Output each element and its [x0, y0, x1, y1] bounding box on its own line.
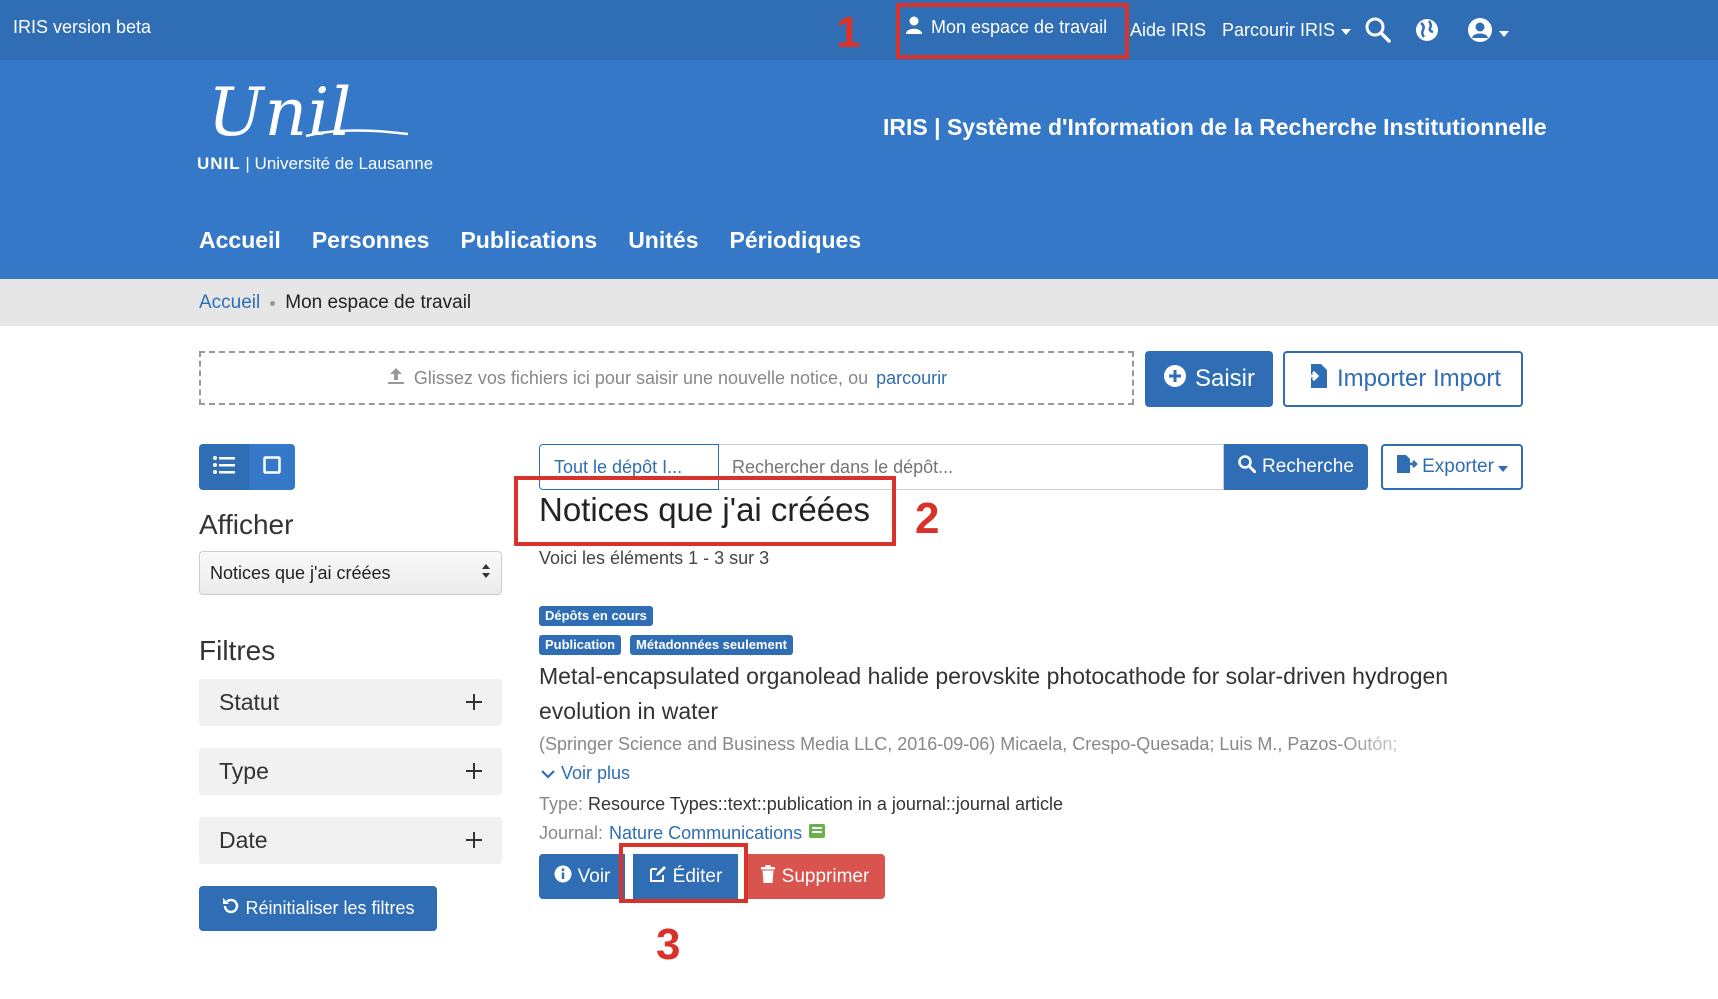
plus-circle-icon: [1163, 364, 1187, 395]
export-label: Exporter: [1422, 456, 1494, 477]
reset-filters-button[interactable]: Réinitialiser les filtres: [199, 886, 437, 931]
browse-dropdown[interactable]: Parcourir IRIS: [1222, 20, 1352, 41]
select-arrows-icon: [481, 563, 491, 584]
database-icon: [808, 823, 826, 844]
logo-text: UNIL | Université de Lausanne: [197, 154, 433, 174]
submit-label: Saisir: [1194, 365, 1255, 392]
dropzone-text: Glissez vos fichiers ici pour saisir une…: [413, 367, 869, 388]
delete-button[interactable]: Supprimer: [744, 854, 885, 899]
undo-icon: [221, 897, 239, 920]
submit-button[interactable]: Saisir: [1145, 351, 1273, 407]
annotation-2: 2: [915, 494, 940, 543]
list-icon: [213, 455, 235, 479]
item-type-label: Type:: [539, 794, 584, 814]
account-dropdown[interactable]: [1467, 17, 1509, 48]
reset-filters-label: Réinitialiser les filtres: [245, 898, 415, 918]
globe-icon[interactable]: [1414, 17, 1440, 48]
breadcrumb-current: Mon espace de travail: [285, 292, 472, 313]
filter-date[interactable]: Date: [199, 817, 502, 864]
nav-unites[interactable]: Unités: [628, 227, 698, 254]
breadcrumb-separator: [270, 300, 276, 306]
filter-statut-label: Statut: [219, 689, 280, 715]
main-nav: Accueil Personnes Publications Unités Pé…: [199, 227, 861, 254]
filters-heading: Filtres: [199, 635, 276, 666]
show-more-label: Voir plus: [561, 763, 631, 783]
workspace-link[interactable]: Mon espace de travail: [905, 15, 1107, 40]
item-citation: (Springer Science and Business Media LLC…: [539, 734, 1398, 754]
export-dropdown[interactable]: Exporter: [1381, 444, 1523, 490]
item-title-line1[interactable]: Metal-encapsulated organolead halide per…: [539, 663, 1448, 690]
search-button-label: Recherche: [1262, 456, 1354, 477]
display-select-value: Notices que j'ai créées: [210, 562, 391, 583]
filter-type-label: Type: [219, 758, 269, 784]
search-icon[interactable]: [1365, 17, 1391, 48]
plus-icon: [466, 758, 482, 785]
logo-unil: UNIL: [197, 154, 241, 173]
annotation-box-3: [619, 843, 748, 903]
version-label: IRIS version beta: [13, 17, 152, 37]
item-journal: Journal: Nature Communications: [539, 823, 826, 844]
metadata-badge: Métadonnées seulement: [630, 635, 793, 655]
file-dropzone[interactable]: Glissez vos fichiers ici pour saisir une…: [199, 351, 1134, 405]
annotation-3: 3: [656, 920, 681, 969]
view-label: Voir: [577, 865, 611, 887]
search-button[interactable]: Recherche: [1224, 444, 1368, 490]
trash-icon: [760, 864, 776, 889]
annotation-1: 1: [836, 8, 861, 57]
help-link[interactable]: Aide IRIS: [1130, 20, 1206, 41]
list-view-button[interactable]: [199, 444, 249, 490]
file-import-icon: [1305, 363, 1329, 396]
item-title-line2[interactable]: evolution in water: [539, 698, 718, 725]
browse-files-link[interactable]: parcourir: [876, 368, 947, 389]
user-circle-icon: [1467, 17, 1493, 48]
search-icon: [1238, 455, 1257, 479]
chevron-down-icon: [541, 763, 555, 784]
browse-label: Parcourir IRIS: [1222, 20, 1336, 40]
grid-view-button[interactable]: [249, 444, 295, 490]
plus-icon: [466, 827, 482, 854]
filter-type[interactable]: Type: [199, 748, 502, 795]
breadcrumb: Accueil Mon espace de travail: [199, 292, 471, 314]
item-type-value: Resource Types::text::publication in a j…: [588, 794, 1063, 814]
view-button[interactable]: Voir: [539, 854, 625, 899]
display-heading: Afficher: [199, 509, 294, 540]
logo-university: | Université de Lausanne: [245, 154, 434, 173]
results-count: Voici les éléments 1 - 3 sur 3: [539, 548, 770, 568]
plus-icon: [466, 689, 482, 716]
unil-logo[interactable]: Unil: [208, 78, 409, 148]
logo-swash: [305, 129, 409, 138]
user-icon: [905, 15, 923, 40]
type-badge: Publication: [539, 635, 622, 655]
import-label: Importer Import: [1336, 365, 1502, 392]
view-toggle: [199, 444, 295, 490]
info-circle-icon: [554, 865, 572, 889]
site-title: IRIS | Système d'Information de la Reche…: [883, 114, 1547, 140]
results-heading: Notices que j'ai créées: [539, 491, 870, 528]
nav-personnes[interactable]: Personnes: [312, 227, 430, 254]
journal-link[interactable]: Nature Communications: [609, 823, 802, 844]
square-icon: [263, 455, 281, 479]
item-type: Type: Resource Types::text::publication …: [539, 794, 1063, 815]
caret-down-icon: [1341, 22, 1352, 40]
breadcrumb-home[interactable]: Accueil: [199, 292, 260, 314]
nav-accueil[interactable]: Accueil: [199, 227, 281, 254]
upload-icon: [386, 366, 406, 391]
file-export-icon: [1396, 454, 1418, 480]
show-more-link[interactable]: Voir plus: [541, 763, 630, 784]
item-journal-label: Journal:: [539, 823, 604, 843]
filter-statut[interactable]: Statut: [199, 679, 502, 726]
nav-publications[interactable]: Publications: [460, 227, 597, 254]
caret-down-icon: [1497, 456, 1508, 478]
import-button[interactable]: Importer Import: [1283, 351, 1523, 407]
workspace-label: Mon espace de travail: [931, 17, 1108, 37]
filter-date-label: Date: [219, 827, 268, 853]
delete-label: Supprimer: [781, 865, 870, 887]
status-badge: Dépôts en cours: [539, 606, 653, 626]
nav-periodiques[interactable]: Périodiques: [729, 227, 861, 254]
display-select[interactable]: Notices que j'ai créées: [199, 551, 502, 595]
caret-down-icon: [1499, 24, 1509, 42]
